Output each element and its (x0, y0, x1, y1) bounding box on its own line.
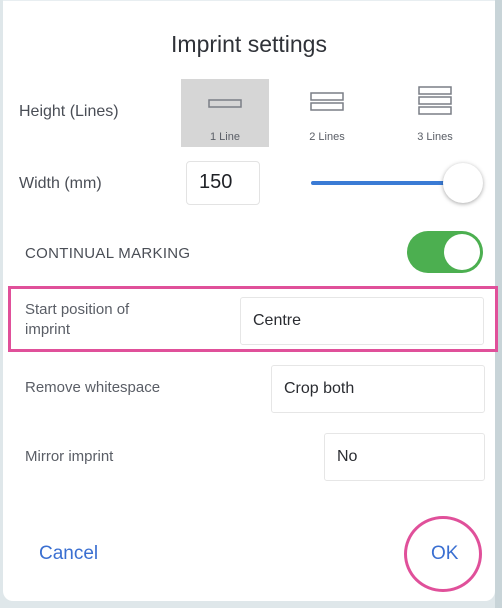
height-option-label: 3 Lines (417, 131, 453, 143)
mirror-imprint-label: Mirror imprint (25, 448, 114, 465)
two-lines-icon (310, 92, 344, 111)
remove-whitespace-label: Remove whitespace (25, 379, 161, 396)
height-option-label: 2 Lines (309, 131, 345, 143)
continual-marking-label: CONTINUAL MARKING (25, 245, 191, 262)
width-label: Width (mm) (19, 175, 102, 192)
height-option-1-line[interactable]: 1 Line (181, 79, 269, 147)
height-option-label: 1 Line (210, 131, 240, 143)
ok-highlight-circle (404, 516, 482, 592)
height-option-3-lines[interactable]: 3 Lines (391, 79, 479, 147)
toggle-knob (444, 234, 480, 270)
mirror-imprint-field[interactable]: No (324, 433, 485, 481)
width-input[interactable]: 150 (186, 161, 260, 205)
dialog-title: Imprint settings (171, 31, 327, 57)
width-slider-thumb[interactable] (443, 163, 483, 203)
width-slider-track[interactable] (311, 181, 461, 185)
height-label: Height (Lines) (19, 103, 119, 120)
three-lines-icon (418, 86, 452, 115)
start-position-highlight (8, 286, 498, 352)
continual-marking-toggle[interactable] (407, 231, 483, 273)
height-option-2-lines[interactable]: 2 Lines (283, 79, 371, 147)
remove-whitespace-field[interactable]: Crop both (271, 365, 485, 413)
one-line-icon (208, 99, 242, 108)
cancel-button[interactable]: Cancel (39, 543, 98, 565)
